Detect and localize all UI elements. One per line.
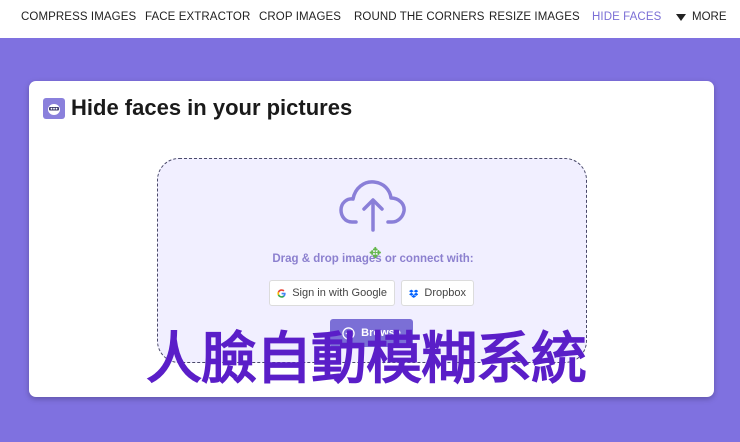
sign-in-google-button[interactable]: Sign in with Google	[269, 280, 395, 306]
face-blur-icon-glyph	[48, 103, 60, 115]
overlay-caption: 人臉自動模糊系統	[146, 326, 587, 392]
cloud-upload-icon	[339, 180, 406, 232]
dropbox-label: Dropbox	[424, 287, 466, 299]
nav-crop-images[interactable]: CROP IMAGES	[259, 11, 341, 23]
nav-compress-images[interactable]: COMPRESS IMAGES	[21, 11, 136, 23]
nav-hide-faces[interactable]: HIDE FACES	[592, 11, 661, 23]
face-blur-icon	[43, 98, 65, 119]
google-icon	[277, 288, 286, 298]
nav-face-extractor[interactable]: FACE EXTRACTOR	[145, 11, 250, 23]
top-navigation: COMPRESS IMAGES FACE EXTRACTOR CROP IMAG…	[0, 0, 740, 38]
move-cursor-icon: ✥	[369, 245, 382, 262]
nav-more-label: MORE	[692, 11, 727, 23]
page-title: Hide faces in your pictures	[71, 95, 353, 120]
nav-round-the-corners[interactable]: ROUND THE CORNERS	[354, 11, 485, 23]
sign-in-google-label: Sign in with Google	[292, 287, 387, 299]
dropbox-icon	[409, 289, 419, 298]
caret-down-icon	[676, 13, 686, 21]
dropbox-button[interactable]: Dropbox	[401, 280, 474, 306]
nav-resize-images[interactable]: RESIZE IMAGES	[489, 11, 580, 23]
nav-more-menu[interactable]: MORE	[676, 11, 727, 23]
